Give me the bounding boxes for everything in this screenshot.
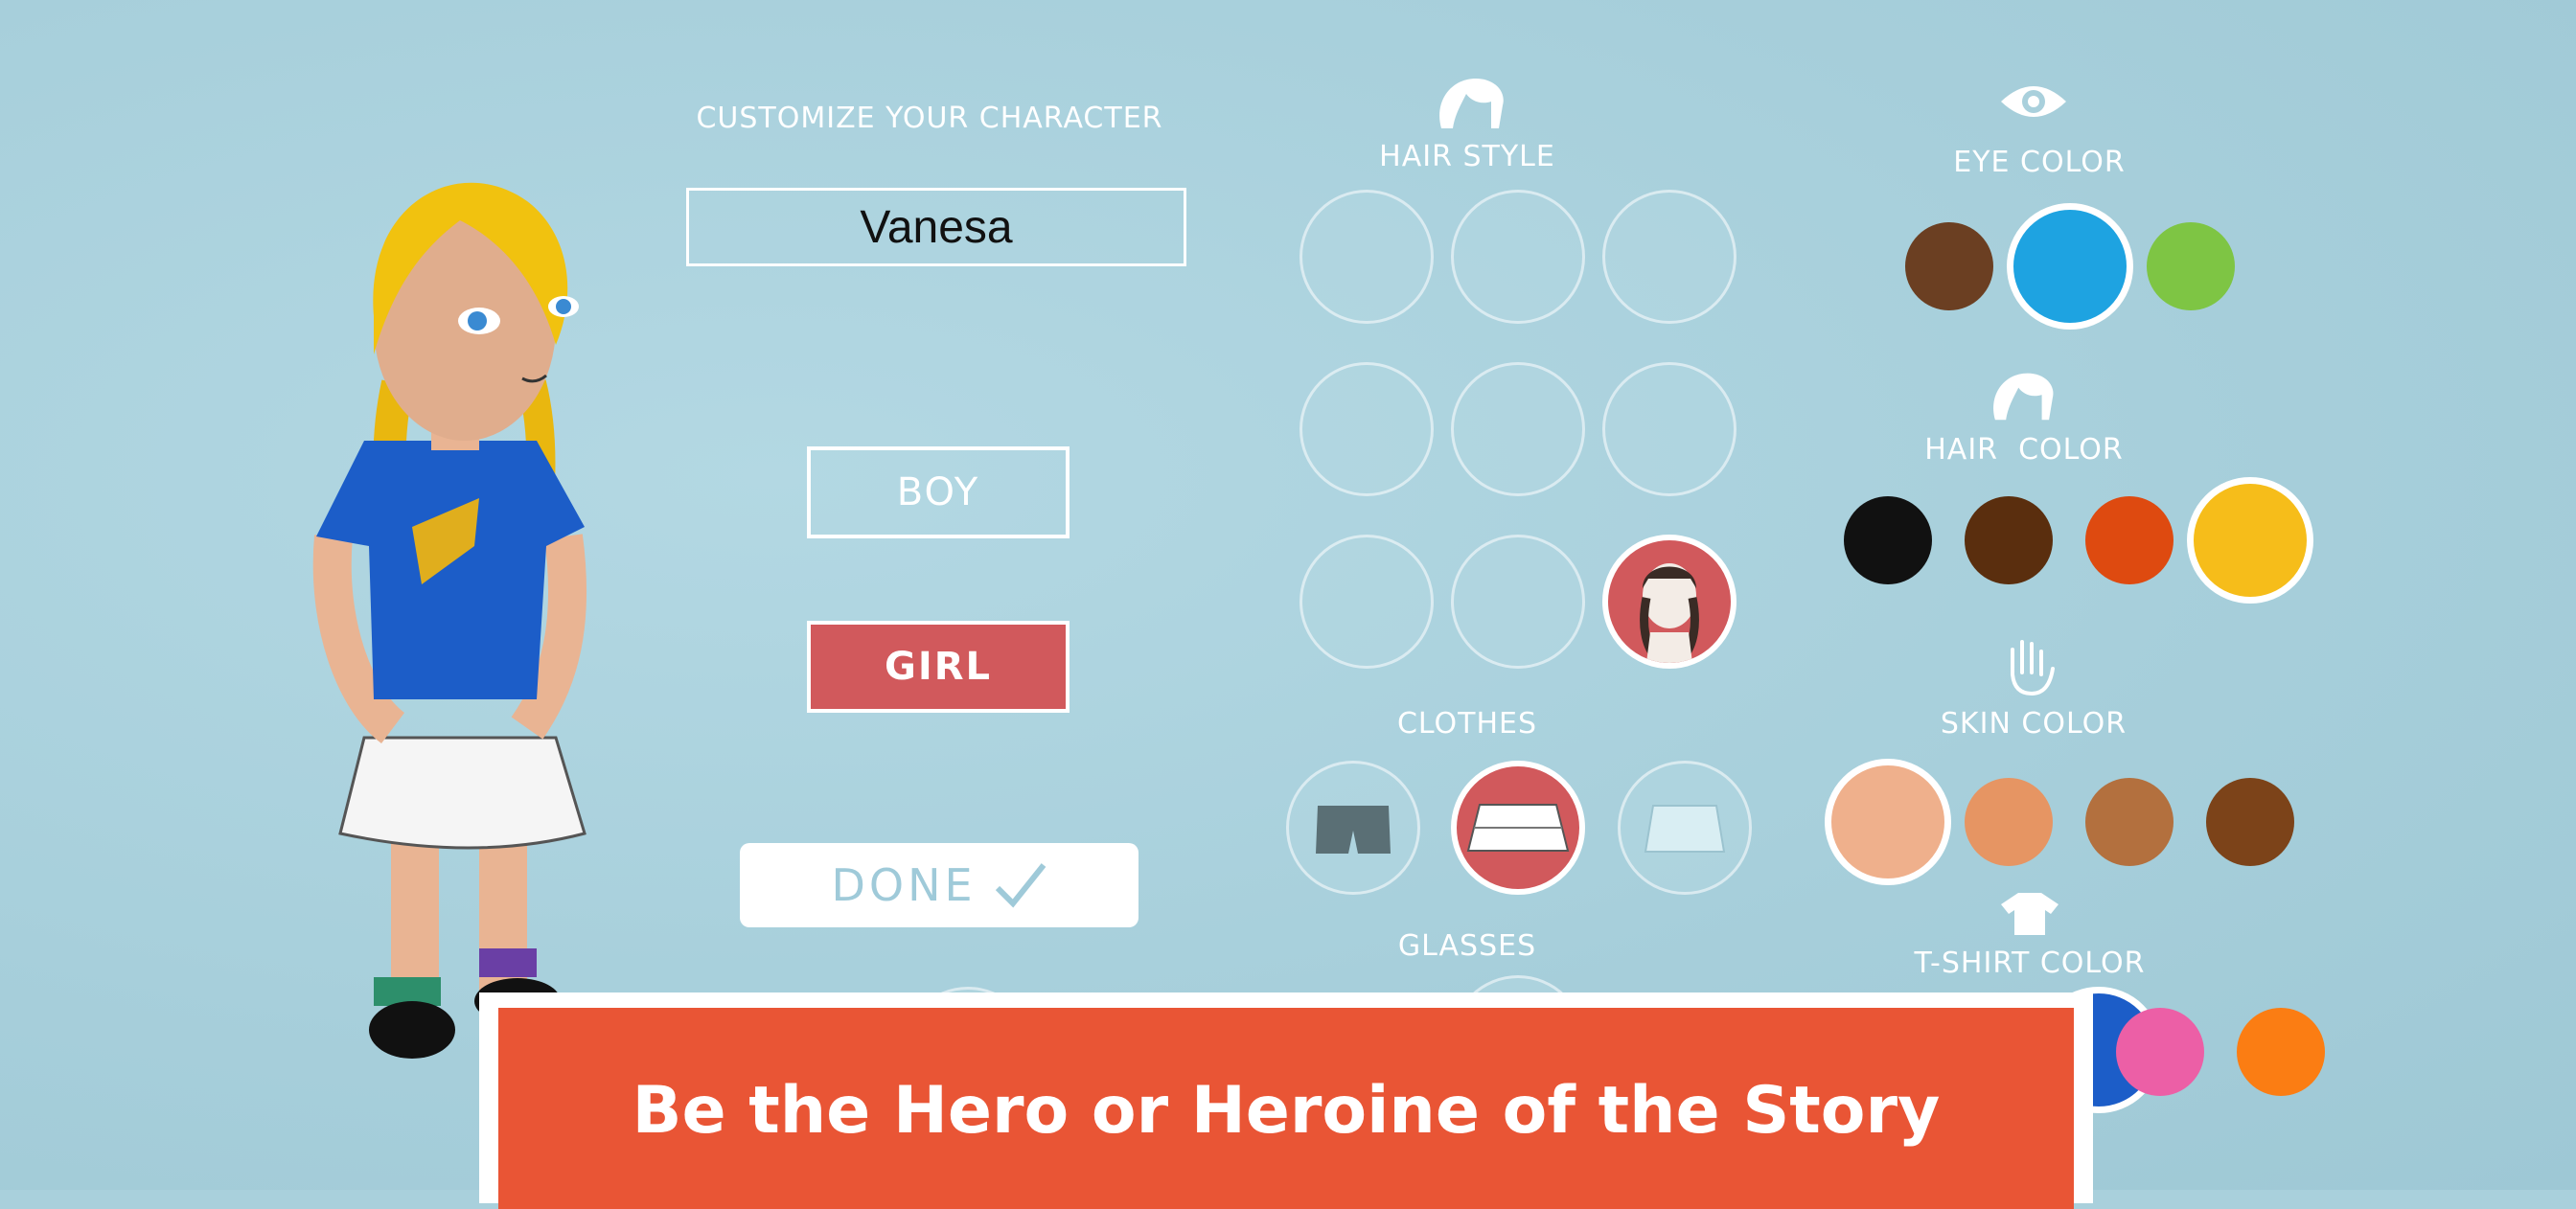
ruffled-skirt-icon [1466, 804, 1570, 852]
hair-style-option-2[interactable] [1451, 190, 1585, 324]
hair-style-option-1[interactable] [1300, 190, 1434, 324]
promo-banner: Be the Hero or Heroine of the Story [498, 1008, 2074, 1209]
hair-color-label: HAIR COLOR [1924, 433, 2124, 467]
clothes-label: CLOTHES [1396, 707, 1538, 741]
hair-style-option-3[interactable] [1602, 190, 1736, 324]
skin-color-swatch-medium[interactable] [2085, 778, 2174, 866]
tshirt-icon [2001, 893, 2058, 935]
eye-color-swatch-green[interactable] [2147, 222, 2235, 310]
shorts-icon [1316, 806, 1391, 854]
page-title: CUSTOMIZE YOUR CHARACTER [696, 102, 1163, 135]
eye-color-swatch-blue-selected[interactable] [2007, 203, 2133, 330]
hair-style-icon [1439, 79, 1504, 128]
eye-icon [2001, 86, 2066, 117]
hair-color-swatch-yellow-selected[interactable] [2187, 477, 2313, 604]
hair-color-swatch-brown[interactable] [1965, 496, 2053, 584]
done-button[interactable]: DONE [740, 843, 1138, 927]
skin-color-swatch-dark[interactable] [2206, 778, 2294, 866]
tshirt-color-swatch-pink[interactable] [2116, 1008, 2204, 1096]
plain-skirt-icon [1644, 805, 1726, 853]
eye-color-label: EYE COLOR [1953, 146, 2126, 179]
hair-style-option-7[interactable] [1300, 535, 1434, 669]
hair-style-option-5[interactable] [1451, 362, 1585, 496]
hair-color-swatch-red[interactable] [2085, 496, 2174, 584]
clothes-option-shorts[interactable] [1286, 761, 1420, 895]
tshirt-color-label: T-SHIRT COLOR [1914, 947, 2146, 980]
hair-style-option-6[interactable] [1602, 362, 1736, 496]
glasses-label: GLASSES [1397, 929, 1537, 963]
tshirt-color-swatch-orange[interactable] [2237, 1008, 2325, 1096]
braids-face-icon [1640, 563, 1699, 663]
skin-color-swatch-tan[interactable] [1965, 778, 2053, 866]
hand-icon [2011, 640, 2055, 696]
hair-color-swatch-black[interactable] [1844, 496, 1932, 584]
clothes-option-skirt-selected[interactable] [1451, 761, 1585, 895]
hair-style-label: HAIR STYLE [1379, 140, 1555, 173]
hair-style-option-braids-selected[interactable] [1602, 535, 1736, 669]
boy-button[interactable]: BOY [807, 446, 1070, 538]
clothes-option-plain-skirt[interactable] [1618, 761, 1752, 895]
skin-color-label: SKIN COLOR [1940, 707, 2128, 741]
hair-style-option-4[interactable] [1300, 362, 1434, 496]
checkmark-icon [995, 863, 1046, 908]
character-name-input[interactable]: Vanesa [686, 188, 1186, 266]
hair-style-option-8[interactable] [1451, 535, 1585, 669]
hair-color-icon [1993, 373, 2054, 421]
character-preview [312, 182, 587, 1059]
skin-color-swatch-light-selected[interactable] [1825, 759, 1951, 885]
girl-button[interactable]: GIRL [807, 621, 1070, 713]
done-label: DONE [831, 859, 977, 911]
promo-banner-text: Be the Hero or Heroine of the Story [632, 1073, 1941, 1149]
eye-color-swatch-brown[interactable] [1905, 222, 1993, 310]
